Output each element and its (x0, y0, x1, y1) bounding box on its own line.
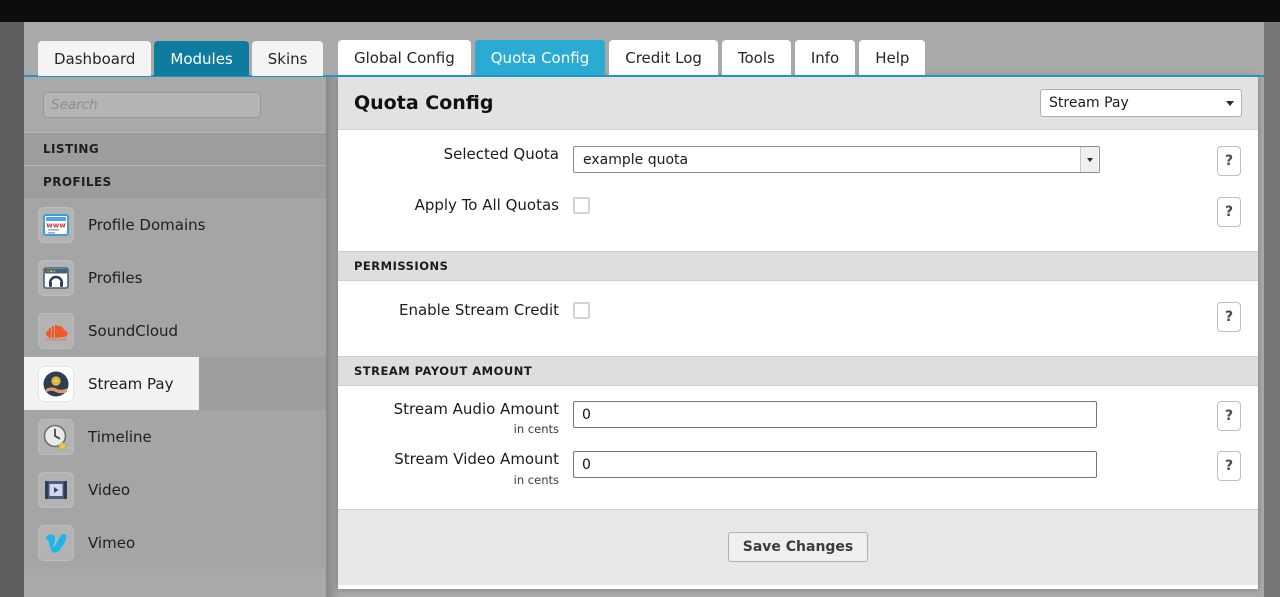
row-help: ? (1200, 451, 1258, 482)
help-button-stream-video-amount[interactable]: ? (1217, 451, 1241, 482)
top-navigation: Dashboard Modules Skins (38, 41, 324, 76)
panel-header: Quota Config Stream Pay (338, 77, 1258, 130)
coin-hand-icon (38, 365, 74, 402)
row-label: Selected Quota (443, 145, 559, 163)
sidebar-item-profiles[interactable]: Profiles (24, 251, 326, 304)
tab-info[interactable]: Info (794, 40, 856, 75)
sidebar-item-label: Video (88, 480, 131, 499)
sidebar: LISTING PROFILES www Profile Domains (24, 77, 326, 597)
section-header-stream-payout: STREAM PAYOUT AMOUNT (338, 356, 1258, 386)
row-help: ? (1200, 401, 1258, 431)
panel-footer: Save Changes (338, 508, 1258, 585)
film-play-icon (38, 471, 74, 508)
row-selected-quota: Selected Quota example quota ? (338, 130, 1258, 176)
window-top-bar (0, 0, 1280, 22)
nav-tab-modules[interactable]: Modules (154, 41, 249, 76)
row-help: ? (1200, 197, 1258, 227)
row-label-text: Stream Audio Amount (393, 400, 559, 418)
tab-global-config[interactable]: Global Config (338, 40, 471, 75)
help-button-stream-audio-amount[interactable]: ? (1217, 401, 1241, 431)
app-window: Dashboard Modules Skins LISTING PROFILES… (0, 0, 1280, 597)
tab-credit-log[interactable]: Credit Log (609, 40, 718, 75)
sidebar-section-listing: LISTING (24, 132, 326, 165)
module-select-value: Stream Pay (1049, 95, 1129, 111)
sidebar-item-label: Timeline (88, 427, 152, 446)
nav-tab-dashboard[interactable]: Dashboard (38, 41, 152, 76)
nav-tab-skins[interactable]: Skins (251, 41, 324, 76)
row-enable-stream-credit: Enable Stream Credit ? (338, 281, 1258, 356)
browser-headphones-icon (38, 259, 74, 296)
row-stream-video-amount: Stream Video Amount in cents ? (338, 436, 1258, 509)
stream-video-amount-input[interactable] (573, 451, 1097, 479)
left-edge-strip (0, 22, 24, 597)
page-title: Quota Config (354, 92, 494, 114)
sidebar-item-soundcloud[interactable]: SOUNDCLOUD SoundCloud (24, 304, 326, 357)
row-field: example quota (573, 146, 1200, 173)
sidebar-item-label: Profile Domains (88, 215, 206, 234)
tab-help[interactable]: Help (859, 40, 926, 75)
sidebar-item-label: Vimeo (88, 533, 136, 552)
sidebar-item-label: Stream Pay (88, 374, 174, 393)
section-header-permissions: PERMISSIONS (338, 251, 1258, 281)
enable-stream-credit-checkbox[interactable] (573, 302, 590, 319)
vimeo-v-icon (38, 524, 74, 561)
chevron-down-icon (1080, 147, 1098, 172)
sidebar-item-label: SoundCloud (88, 321, 179, 340)
row-apply-all-quotas: Apply To All Quotas ? (338, 176, 1258, 251)
row-label: Stream Video Amount in cents (338, 450, 573, 487)
soundcloud-cloud-icon: SOUNDCLOUD (38, 312, 74, 349)
selected-quota-select[interactable]: example quota (573, 146, 1100, 173)
apply-all-quotas-checkbox[interactable] (573, 197, 590, 214)
chevron-down-icon (1226, 100, 1234, 106)
row-field (573, 302, 1200, 319)
panel-body: Quota Config Stream Pay Selected Quota e… (338, 77, 1258, 589)
clock-star-icon (38, 418, 74, 455)
row-help: ? (1200, 146, 1258, 176)
search-input[interactable] (43, 91, 261, 118)
right-edge-strip (1264, 22, 1280, 597)
main-panel: Global Config Quota Config Credit Log To… (338, 34, 1258, 589)
selected-quota-value: example quota (583, 151, 689, 168)
sidebar-item-profile-domains[interactable]: www Profile Domains (24, 198, 326, 251)
stream-audio-amount-input[interactable] (573, 401, 1097, 428)
row-label-text: Stream Video Amount (394, 450, 559, 469)
tab-quota-config[interactable]: Quota Config (474, 40, 606, 75)
svg-text:SOUNDCLOUD: SOUNDCLOUD (45, 337, 67, 341)
row-field (573, 401, 1200, 428)
sidebar-item-vimeo[interactable]: Vimeo (24, 516, 326, 569)
sidebar-item-timeline[interactable]: Timeline (24, 410, 326, 463)
row-label: Apply To All Quotas (414, 196, 559, 214)
svg-text:www: www (46, 221, 66, 229)
save-changes-button[interactable]: Save Changes (727, 532, 869, 563)
sidebar-item-label: Profiles (88, 268, 143, 287)
sidebar-section-profiles: PROFILES (24, 165, 326, 198)
row-field (573, 197, 1200, 214)
row-label: Stream Audio Amount in cents (338, 400, 573, 437)
help-button-selected-quota[interactable]: ? (1217, 146, 1241, 176)
row-stream-audio-amount: Stream Audio Amount in cents ? (338, 386, 1258, 437)
sidebar-profiles-list: www Profile Domains Profiles SOUNDCLOUD … (24, 198, 326, 569)
sidebar-search-row (24, 77, 326, 132)
help-button-enable-stream-credit[interactable]: ? (1217, 302, 1241, 332)
row-help: ? (1200, 302, 1258, 332)
sidebar-item-stream-pay[interactable]: Stream Pay (24, 357, 326, 410)
row-sublabel: in cents (513, 422, 559, 437)
browser-www-icon: www (38, 206, 74, 243)
sidebar-item-video[interactable]: Video (24, 463, 326, 516)
help-button-apply-all-quotas[interactable]: ? (1217, 197, 1241, 227)
row-label: Enable Stream Credit (398, 301, 559, 319)
row-field (573, 451, 1200, 479)
row-sublabel: in cents (513, 472, 559, 487)
module-select[interactable]: Stream Pay (1040, 89, 1242, 117)
tab-tools[interactable]: Tools (721, 40, 791, 75)
panel-tab-bar: Global Config Quota Config Credit Log To… (338, 34, 1258, 75)
